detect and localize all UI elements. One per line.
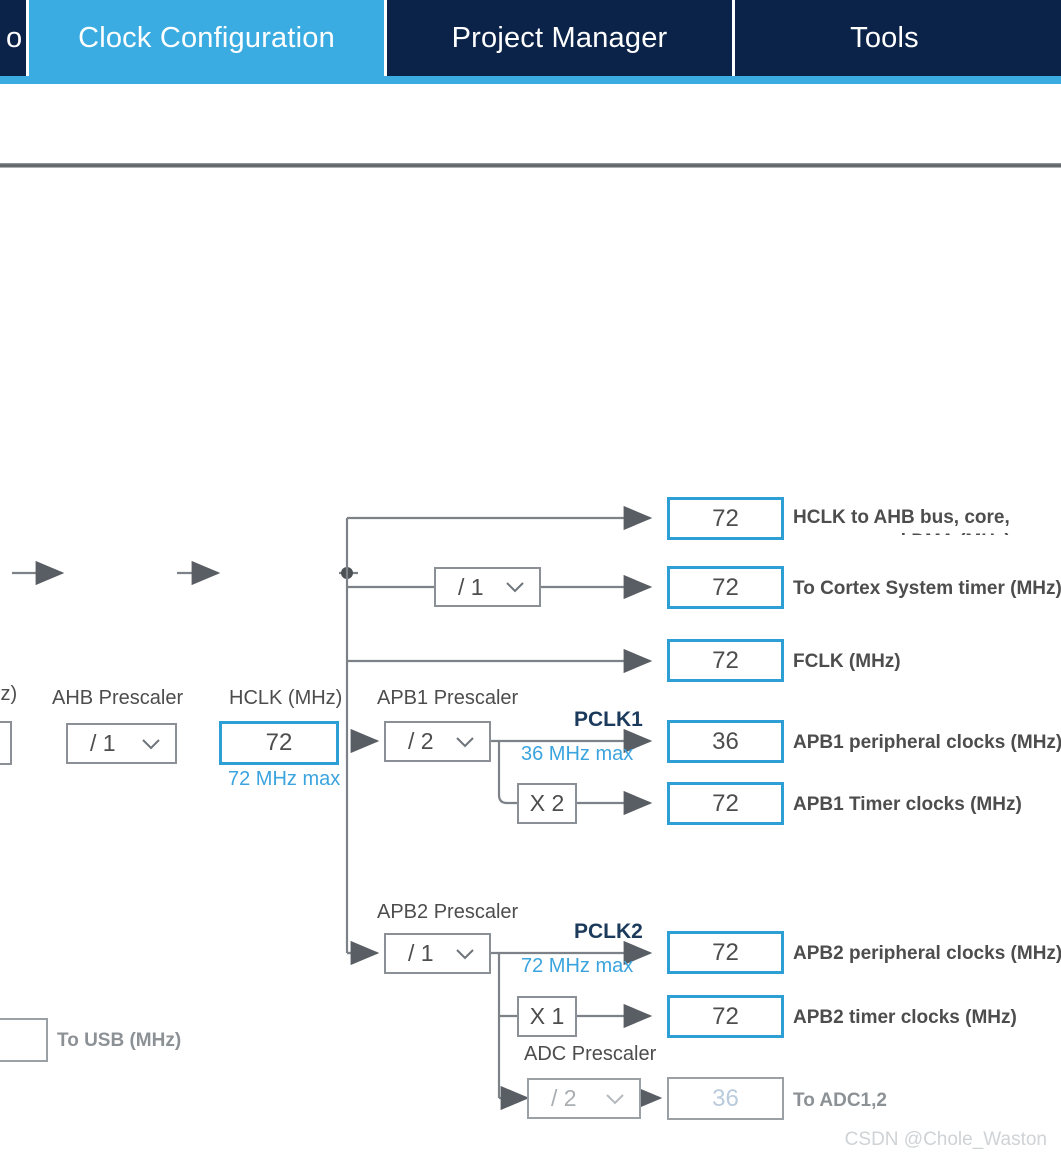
hclk-caption: HCLK (MHz): [229, 687, 343, 709]
chevron-down-icon: [456, 948, 474, 959]
output-box-apb2-peripheral[interactable]: 72: [667, 931, 784, 974]
tab-clock-configuration[interactable]: Clock Configuration: [29, 0, 384, 76]
output-value-cortex-timer: 72: [712, 573, 739, 601]
output-box-apb2-timer[interactable]: 72: [667, 995, 784, 1038]
output-value-hclk-ahb: 72: [712, 504, 739, 532]
apb1-timer-multiplier-value: X 2: [529, 790, 565, 816]
apb1-timer-multiplier: X 2: [517, 783, 577, 824]
hclk-max-hint: 72 MHz max: [228, 768, 341, 790]
output-label-fclk: FCLK (MHz): [793, 651, 901, 672]
pclk1-label: PCLK1: [574, 708, 643, 731]
input-value-box[interactable]: [0, 721, 12, 765]
chevron-down-icon: [606, 1093, 624, 1104]
tab-project-manager-label: Project Manager: [451, 21, 668, 54]
adc-prescaler-select: / 2: [527, 1078, 641, 1119]
hclk-value: 72: [265, 729, 293, 756]
pclk1-max-hint: 36 MHz max: [521, 743, 634, 765]
apb1-prescaler-value: / 2: [408, 728, 434, 754]
output-label-hclk-ahb: HCLK to AHB bus, core, memory and DMA (M…: [793, 507, 1011, 535]
pclk2-max-hint: 72 MHz max: [521, 955, 634, 977]
apb1-prescaler-caption: APB1 Prescaler: [377, 687, 519, 709]
tab-tools-label: Tools: [850, 21, 919, 54]
output-label-apb2-peripheral: APB2 peripheral clocks (MHz): [793, 943, 1061, 964]
usb-value-box: [0, 1018, 48, 1062]
output-box-hclk-ahb[interactable]: 72: [667, 497, 784, 540]
ahb-prescaler-select[interactable]: / 1: [66, 723, 177, 764]
tab-clock-configuration-label: Clock Configuration: [78, 21, 335, 54]
output-label-adc: To ADC1,2: [793, 1090, 887, 1111]
clock-tree-canvas[interactable]: Hz) AHB Prescaler / 1 HCLK (MHz) 72 72 M…: [0, 168, 1061, 1159]
output-value-fclk: 72: [712, 646, 739, 674]
apb1-prescaler-select[interactable]: / 2: [384, 721, 491, 762]
adc-prescaler-value: / 2: [551, 1085, 577, 1111]
chevron-down-icon: [506, 582, 524, 593]
output-value-apb2-peripheral: 72: [712, 938, 739, 966]
output-label-cortex-timer: To Cortex System timer (MHz): [793, 578, 1061, 599]
tab-clipped-label: o: [6, 21, 23, 54]
output-label-apb1-timer: APB1 Timer clocks (MHz): [793, 794, 1022, 815]
tab-project-manager[interactable]: Project Manager: [387, 0, 732, 76]
adc-prescaler-caption: ADC Prescaler: [524, 1043, 657, 1065]
tab-clipped-left[interactable]: o: [0, 0, 26, 76]
output-value-adc: 36: [712, 1084, 739, 1112]
ahb-prescaler-value: / 1: [90, 730, 116, 756]
chevron-down-icon: [142, 738, 160, 749]
output-value-apb2-timer: 72: [712, 1002, 739, 1030]
ahb-prescaler-caption: AHB Prescaler: [52, 687, 184, 709]
output-box-adc: 36: [667, 1077, 784, 1120]
watermark: CSDN @Chole_Waston: [844, 1129, 1047, 1150]
cortex-timer-prescaler-value: / 1: [458, 573, 484, 600]
input-caption: Hz): [0, 683, 18, 705]
output-label-apb1-peripheral: APB1 peripheral clocks (MHz): [793, 732, 1061, 753]
main-tab-bar: o Clock Configuration Project Manager To…: [0, 0, 1061, 76]
output-box-fclk[interactable]: 72: [667, 639, 784, 682]
pclk2-label: PCLK2: [574, 920, 643, 943]
output-label-apb2-timer: APB2 timer clocks (MHz): [793, 1007, 1017, 1028]
clock-toolbar: Resolve Clock Issues: [0, 84, 1061, 230]
output-box-cortex-timer[interactable]: 72: [667, 566, 784, 609]
output-value-apb1-timer: 72: [712, 789, 739, 817]
apb2-prescaler-select[interactable]: / 1: [384, 933, 491, 974]
output-value-apb1-peripheral: 36: [712, 727, 739, 755]
tab-tools[interactable]: Tools: [735, 0, 1034, 76]
output-box-apb1-timer[interactable]: 72: [667, 782, 784, 825]
apb2-prescaler-value: / 1: [408, 940, 434, 966]
apb2-prescaler-caption: APB2 Prescaler: [377, 901, 519, 923]
tab-bar-underline: [0, 76, 1061, 84]
output-box-apb1-peripheral[interactable]: 36: [667, 720, 784, 763]
apb2-timer-multiplier: X 1: [517, 996, 577, 1037]
hclk-value-box[interactable]: 72: [219, 721, 339, 765]
chevron-down-icon: [456, 736, 474, 747]
apb2-timer-multiplier-value: X 1: [529, 1003, 565, 1029]
usb-label: To USB (MHz): [57, 1030, 182, 1051]
cortex-timer-prescaler-select[interactable]: / 1: [434, 567, 541, 607]
